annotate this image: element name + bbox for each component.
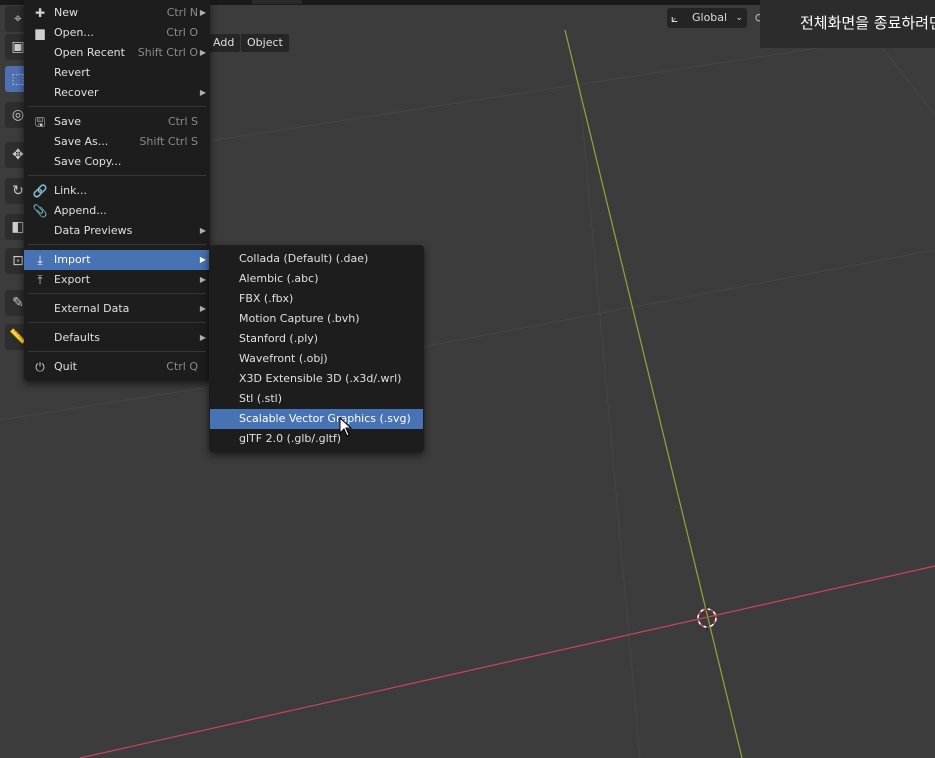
menu-item-append[interactable]: 📎 Append... [24, 201, 210, 221]
menu-separator [28, 351, 206, 352]
link-icon: 🔗 [32, 184, 48, 198]
menu-item-defaults[interactable]: Defaults ▶ [24, 328, 210, 348]
fullscreen-exit-toast: 전체화면을 종료하려면 [760, 0, 935, 48]
menu-item-revert[interactable]: Revert [24, 63, 210, 83]
new-file-icon: ✚ [34, 6, 46, 20]
power-icon: ⏻ [35, 360, 45, 374]
menu-item-label: Save As... [54, 135, 109, 148]
menu-item-label: Save Copy... [54, 155, 122, 168]
import-item-stanford[interactable]: Stanford (.ply) [210, 329, 423, 349]
menu-item-label: X3D Extensible 3D (.x3d/.wrl) [239, 372, 402, 385]
import-item-x3d[interactable]: X3D Extensible 3D (.x3d/.wrl) [210, 369, 423, 389]
import-item-alembic[interactable]: Alembic (.abc) [210, 269, 423, 289]
menu-item-label: Export [54, 273, 91, 286]
menu-item-label: New [54, 6, 78, 19]
menu-item-import[interactable]: ⤓ Import ▶ [24, 250, 210, 270]
menu-separator [28, 293, 206, 294]
menu-item-export[interactable]: ⤒ Export ▶ [24, 270, 210, 290]
append-icon: 📎 [32, 204, 48, 218]
menu-item-external-data[interactable]: External Data ▶ [24, 299, 210, 319]
submenu-arrow-icon: ▶ [199, 226, 206, 235]
menu-item-label: Revert [54, 66, 91, 79]
export-icon: ⤒ [37, 273, 43, 287]
menu-item-label: Defaults [54, 331, 100, 344]
orientation-label: Global [692, 11, 728, 24]
menu-item-label: Append... [54, 204, 107, 217]
menu-item-label: Wavefront (.obj) [239, 352, 328, 365]
menu-separator [28, 106, 206, 107]
submenu-arrow-icon: ▶ [199, 333, 206, 342]
menu-item-quit[interactable]: ⏻ Quit Ctrl Q [24, 357, 210, 377]
shortcut-label: Ctrl N [166, 6, 198, 19]
menu-item-label: Stanford (.ply) [239, 332, 319, 345]
chevron-down-icon: ⌄ [735, 13, 743, 23]
submenu-arrow-icon: ▶ [199, 304, 206, 313]
import-item-wavefront[interactable]: Wavefront (.obj) [210, 349, 423, 369]
menu-item-open-recent[interactable]: Open Recent Shift Ctrl O ▶ [24, 43, 210, 63]
menu-item-label: External Data [54, 302, 130, 315]
top-bar-segment [252, 0, 302, 4]
import-item-motion-capture[interactable]: Motion Capture (.bvh) [210, 309, 423, 329]
transform-orientation-dropdown[interactable]: ⟀ Global ⌄ [667, 8, 747, 28]
shortcut-label: Shift Ctrl S [139, 135, 198, 148]
import-item-gltf[interactable]: glTF 2.0 (.glb/.gltf) [210, 429, 423, 449]
menu-item-open[interactable]: ▆ Open... Ctrl O [24, 23, 210, 43]
toast-text: 전체화면을 종료하려면 [800, 14, 935, 32]
menu-item-save[interactable]: 🖫 Save Ctrl S [24, 112, 210, 132]
submenu-arrow-icon: ▶ [199, 255, 206, 264]
menu-item-label: Stl (.stl) [239, 392, 283, 405]
menu-item-label: Alembic (.abc) [239, 272, 319, 285]
submenu-arrow-icon: ▶ [199, 88, 206, 97]
menu-separator [28, 244, 206, 245]
menu-item-new[interactable]: ✚ New Ctrl N ▶ [24, 3, 210, 23]
menu-object[interactable]: Object [241, 34, 289, 52]
submenu-arrow-icon: ▶ [199, 48, 206, 57]
menu-item-label: Link... [54, 184, 88, 197]
menu-item-label: Save [54, 115, 82, 128]
submenu-arrow-icon: ▶ [199, 275, 206, 284]
menu-item-label: Collada (Default) (.dae) [239, 252, 369, 265]
file-menu: ✚ New Ctrl N ▶ ▆ Open... Ctrl O Open Rec… [24, 0, 210, 381]
import-item-collada[interactable]: Collada (Default) (.dae) [210, 249, 423, 269]
menu-separator [28, 322, 206, 323]
menu-item-label: Open Recent [54, 46, 125, 59]
menu-item-label: Recover [54, 86, 99, 99]
shortcut-label: Shift Ctrl O [137, 46, 198, 59]
menu-item-recover[interactable]: Recover ▶ [24, 83, 210, 103]
import-item-svg[interactable]: Scalable Vector Graphics (.svg) [210, 409, 423, 429]
menu-item-label: Motion Capture (.bvh) [239, 312, 360, 325]
menu-item-label: glTF 2.0 (.glb/.gltf) [239, 432, 342, 445]
menu-item-data-previews[interactable]: Data Previews ▶ [24, 221, 210, 241]
import-item-fbx[interactable]: FBX (.fbx) [210, 289, 423, 309]
shortcut-label: Ctrl S [167, 115, 198, 128]
menu-item-link[interactable]: 🔗 Link... [24, 181, 210, 201]
menu-item-save-copy[interactable]: Save Copy... [24, 152, 210, 172]
import-icon: ⤓ [37, 253, 43, 267]
submenu-arrow-icon: ▶ [199, 8, 206, 17]
menu-item-label: Import [54, 253, 91, 266]
folder-icon: ▆ [35, 26, 45, 40]
menu-item-label: Quit [54, 360, 77, 373]
menu-item-label: FBX (.fbx) [239, 292, 294, 305]
menu-item-label: Data Previews [54, 224, 133, 237]
menu-item-label: Open... [54, 26, 94, 39]
mouse-pointer-icon [339, 417, 353, 437]
save-icon: 🖫 [34, 115, 46, 129]
import-submenu: Collada (Default) (.dae) Alembic (.abc) … [209, 245, 424, 452]
menu-item-save-as[interactable]: Save As... Shift Ctrl S [24, 132, 210, 152]
shortcut-label: Ctrl O [166, 26, 198, 39]
menu-add[interactable]: Add [207, 34, 241, 52]
import-item-stl[interactable]: Stl (.stl) [210, 389, 423, 409]
transform-orientation-icon: ⟀ [671, 11, 679, 25]
menu-item-label: Scalable Vector Graphics (.svg) [239, 412, 411, 425]
menu-separator [28, 175, 206, 176]
shortcut-label: Ctrl Q [166, 360, 198, 373]
